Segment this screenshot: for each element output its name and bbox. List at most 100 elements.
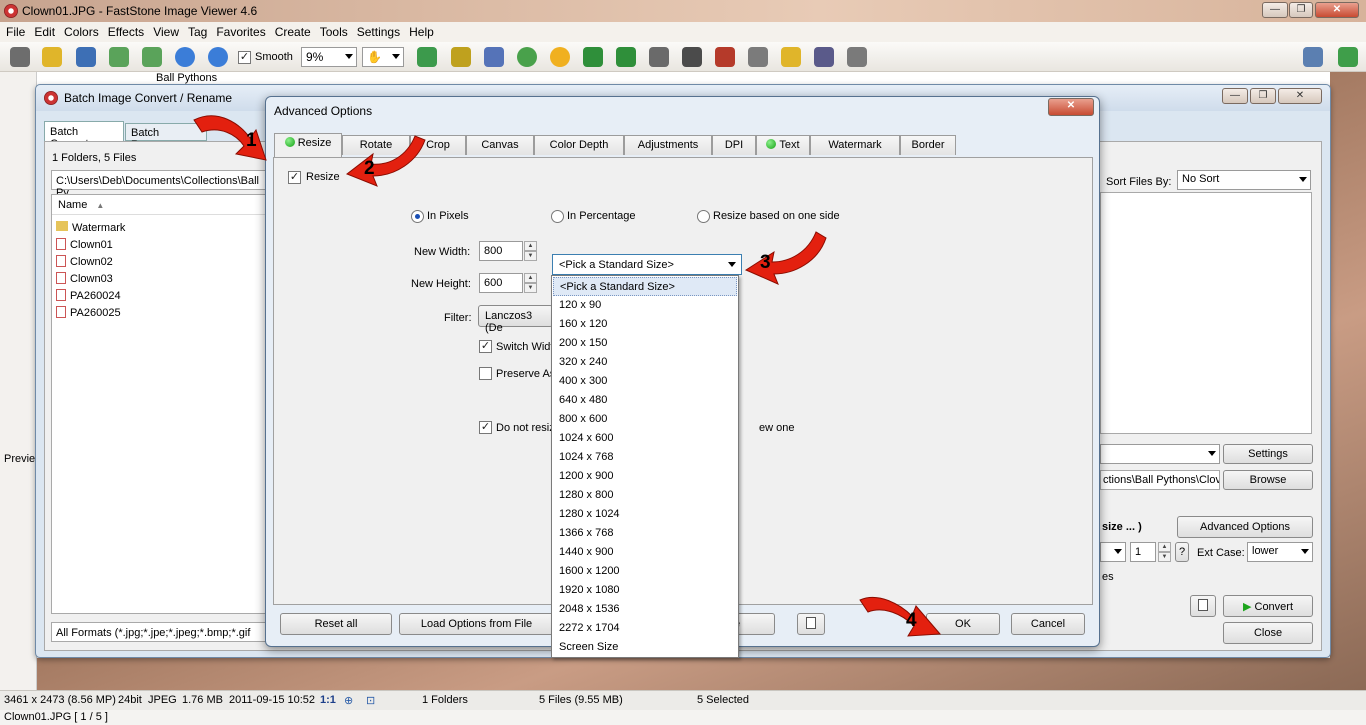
menu-effects[interactable]: Effects [102, 22, 147, 39]
load-options-button[interactable]: Load Options from File [399, 613, 554, 635]
rotate-right-icon[interactable] [616, 47, 636, 67]
flip-icon[interactable] [649, 47, 669, 67]
close-window-button[interactable]: ✕ [1315, 2, 1359, 18]
sun-icon[interactable] [550, 47, 570, 67]
menu-file[interactable]: File [0, 22, 28, 39]
tab-watermark[interactable]: Watermark [810, 135, 900, 155]
dropdown-option[interactable]: 1024 x 600 [553, 429, 737, 448]
rotate-left-icon[interactable] [583, 47, 603, 67]
menu-settings[interactable]: Settings [351, 22, 403, 39]
dropdown-option[interactable]: 1280 x 800 [553, 486, 737, 505]
rename-select[interactable] [1100, 542, 1126, 562]
actual-size-button[interactable]: 1:1 [320, 694, 336, 706]
preserve-aspect-checkbox[interactable] [479, 367, 492, 380]
menu-tag[interactable]: Tag [182, 22, 210, 39]
print-icon[interactable] [814, 47, 834, 67]
dropdown-option[interactable]: 400 x 300 [553, 372, 737, 391]
new-width-input[interactable]: 800 [479, 241, 523, 261]
minimize-button[interactable]: — [1262, 2, 1288, 18]
smooth-checkbox[interactable]: ✓ [238, 51, 251, 64]
tab-text[interactable]: Text [756, 135, 810, 155]
menu-view[interactable]: View [147, 22, 182, 39]
dropdown-option[interactable]: 200 x 150 [553, 334, 737, 353]
height-down-button[interactable]: ▼ [524, 283, 537, 293]
crop-icon[interactable] [451, 47, 471, 67]
in-percentage-radio[interactable] [551, 210, 564, 223]
filter-select[interactable]: Lanczos3 (De [478, 305, 553, 334]
resize-icon[interactable] [484, 47, 504, 67]
preview-button[interactable] [797, 613, 825, 635]
sort-select[interactable]: No Sort [1177, 170, 1311, 190]
camera-icon[interactable] [10, 47, 30, 67]
settings-button[interactable]: Settings [1223, 444, 1313, 464]
tab-canvas[interactable]: Canvas [466, 135, 534, 155]
menu-tools[interactable]: Tools [314, 22, 351, 39]
tab-resize[interactable]: Resize [274, 133, 342, 157]
zoom-out-icon[interactable] [208, 47, 228, 67]
standard-size-dropdown-list[interactable]: <Pick a Standard Size> 120 x 90 160 x 12… [551, 275, 739, 658]
dropdown-option[interactable]: <Pick a Standard Size> [553, 277, 737, 296]
width-down-button[interactable]: ▼ [524, 251, 537, 261]
menu-help[interactable]: Help [403, 22, 437, 39]
menu-colors[interactable]: Colors [58, 22, 102, 39]
standard-size-select[interactable]: <Pick a Standard Size> [552, 254, 742, 275]
list-item[interactable]: Watermark [56, 221, 125, 234]
list-item[interactable]: Clown02 [56, 255, 113, 268]
tab-dpi[interactable]: DPI [712, 135, 756, 155]
zoom-select[interactable]: 9% [301, 47, 357, 67]
file-list[interactable]: Name ▲ Watermark Clown01 Clown02 Clown03… [51, 194, 271, 614]
hand-tool-select[interactable]: ✋ [362, 47, 404, 67]
dropdown-option[interactable]: 2048 x 1536 [553, 600, 737, 619]
dropdown-option[interactable]: 2272 x 1704 [553, 619, 737, 638]
compare-icon[interactable] [715, 47, 735, 67]
close-button[interactable]: Close [1223, 622, 1313, 644]
dropdown-option[interactable]: 1280 x 1024 [553, 505, 737, 524]
dropdown-option[interactable]: 160 x 120 [553, 315, 737, 334]
desktop-icon[interactable] [847, 47, 867, 67]
output-file-list[interactable] [1100, 192, 1312, 434]
height-up-button[interactable]: ▲ [524, 273, 537, 283]
next-icon[interactable] [142, 47, 162, 67]
batch-minimize-button[interactable]: — [1222, 88, 1248, 104]
new-height-input[interactable]: 600 [479, 273, 523, 293]
save-icon[interactable] [76, 47, 96, 67]
output-folder-field[interactable]: ctions\Ball Pythons\Clov [1100, 470, 1220, 490]
sort-icon[interactable] [417, 47, 437, 67]
dropdown-option[interactable]: 1024 x 768 [553, 448, 737, 467]
formats-select[interactable]: All Formats (*.jpg;*.jpe;*.jpeg;*.bmp;*.… [51, 622, 271, 642]
open-folder-icon[interactable] [42, 47, 62, 67]
browse-button[interactable]: Browse [1223, 470, 1313, 490]
list-item[interactable]: Clown03 [56, 272, 113, 285]
in-pixels-radio[interactable] [411, 210, 424, 223]
switch-width-checkbox[interactable]: ✓ [479, 340, 492, 353]
name-column-header[interactable]: Name ▲ [52, 195, 270, 215]
preview-search-button[interactable] [1190, 595, 1216, 617]
dropdown-option[interactable]: 320 x 240 [553, 353, 737, 372]
width-up-button[interactable]: ▲ [524, 241, 537, 251]
one-side-radio[interactable] [697, 210, 710, 223]
output-format-select[interactable] [1100, 444, 1220, 464]
tab-color-depth[interactable]: Color Depth [534, 135, 624, 155]
color-icon[interactable] [517, 47, 537, 67]
zoom-in-icon[interactable] [175, 47, 195, 67]
counter-down-button[interactable]: ▼ [1158, 552, 1171, 562]
tab-adjustments[interactable]: Adjustments [624, 135, 712, 155]
list-item[interactable]: Clown01 [56, 238, 113, 251]
do-not-resize-checkbox[interactable]: ✓ [479, 421, 492, 434]
dropdown-option[interactable]: 1440 x 900 [553, 543, 737, 562]
dropdown-option[interactable]: 640 x 480 [553, 391, 737, 410]
dropdown-option[interactable]: 800 x 600 [553, 410, 737, 429]
dropdown-option[interactable]: 1200 x 900 [553, 467, 737, 486]
previous-icon[interactable] [109, 47, 129, 67]
tab-border[interactable]: Border [900, 135, 956, 155]
dropdown-option[interactable]: 1920 x 1080 [553, 581, 737, 600]
help-button[interactable]: ? [1175, 542, 1189, 562]
ext-case-select[interactable]: lower [1247, 542, 1313, 562]
layout-icon[interactable] [1303, 47, 1323, 67]
slideshow-icon[interactable] [682, 47, 702, 67]
fullscreen-fit-icon[interactable]: ⊡ [366, 694, 375, 707]
dropdown-option[interactable]: Screen Size [553, 638, 737, 657]
dropdown-option[interactable]: 1366 x 768 [553, 524, 737, 543]
reset-all-button[interactable]: Reset all [280, 613, 392, 635]
email-icon[interactable] [781, 47, 801, 67]
